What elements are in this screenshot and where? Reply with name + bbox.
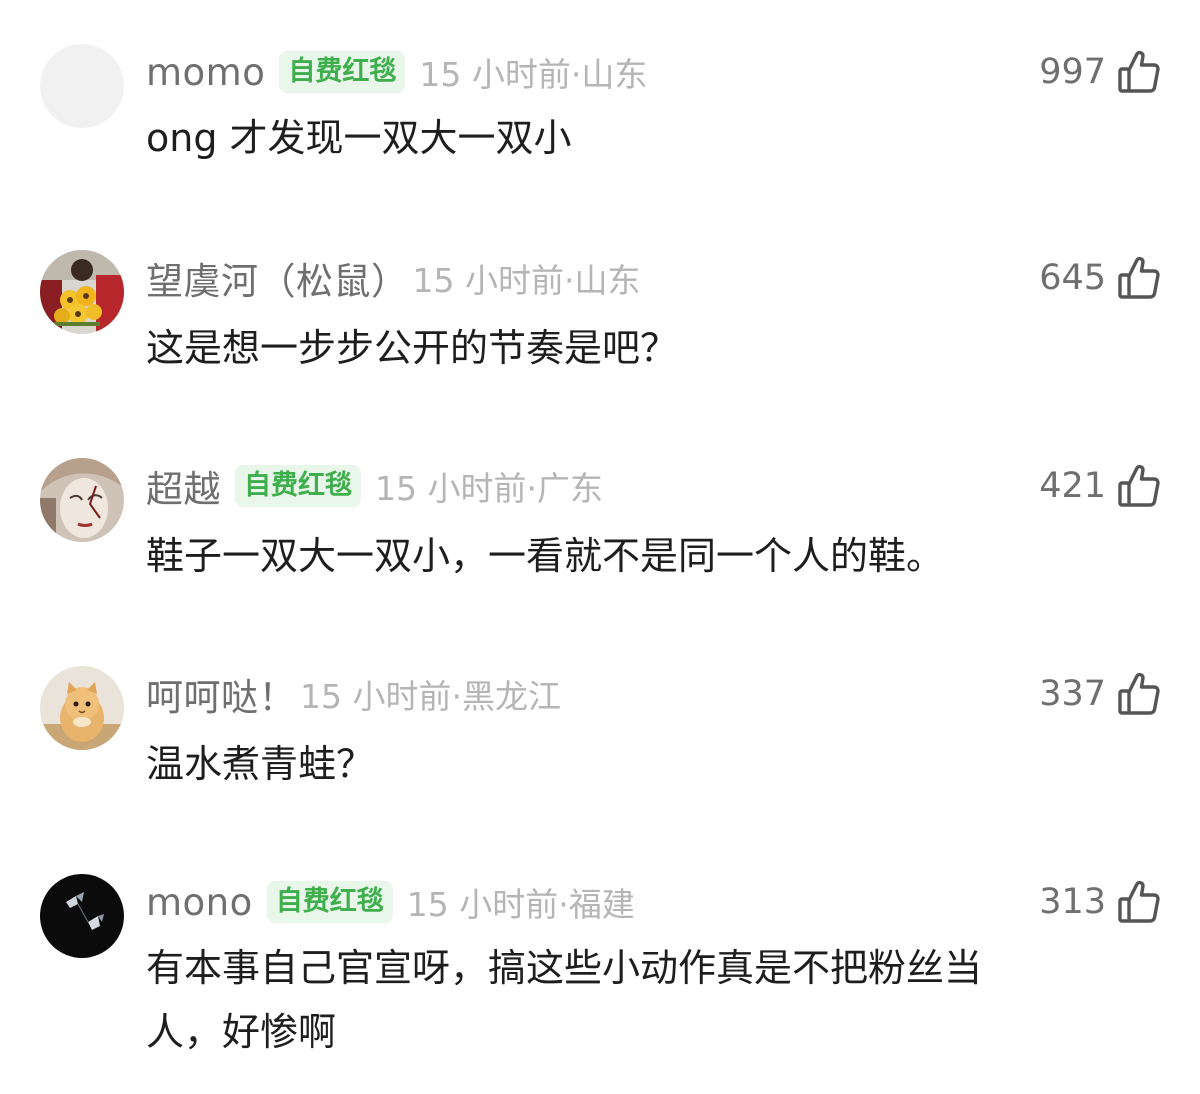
comment-header: momo 自费红毯 15 小时前·山东 (146, 44, 647, 100)
thumbs-up-icon[interactable] (1118, 50, 1160, 94)
thumbs-up-icon[interactable] (1118, 880, 1160, 924)
like-count: 421 (1039, 466, 1106, 506)
username[interactable]: mono (146, 881, 253, 924)
comment-header: 超越 自费红毯 15 小时前·广东 (146, 458, 603, 514)
like-button[interactable]: 645 (1039, 250, 1160, 306)
like-count: 997 (1039, 52, 1106, 92)
comment-meta: 15 小时前·福建 (406, 885, 635, 924)
like-button[interactable]: 313 (1039, 874, 1160, 930)
avatar[interactable] (40, 666, 124, 750)
thumbs-up-icon[interactable] (1118, 256, 1160, 300)
comment-meta: 15 小时前·黑龙江 (300, 677, 561, 716)
badge: 自费红毯 (266, 881, 393, 923)
comment-text: 这是想一步步公开的节奏是吧？ (146, 326, 679, 370)
username[interactable]: 望虞河（松鼠） (146, 251, 409, 305)
badge: 自费红毯 (279, 51, 406, 93)
comment-text: 温水煮青蛙？ (146, 742, 375, 786)
avatar[interactable] (40, 458, 124, 542)
comment-text: 鞋子一双大一双小，一看就不是同一个人的鞋。 (146, 534, 945, 578)
like-count: 645 (1039, 258, 1106, 298)
comment-header: mono 自费红毯 15 小时前·福建 (146, 874, 635, 930)
username[interactable]: 超越 (146, 459, 221, 513)
comment-header: 望虞河（松鼠） 15 小时前·山东 (146, 250, 640, 306)
thumbs-up-icon[interactable] (1118, 672, 1160, 716)
username[interactable]: 呵呵哒！ (146, 667, 296, 721)
avatar[interactable] (40, 250, 124, 334)
comment-text: ong 才发现一双大一双小 (146, 116, 572, 160)
avatar[interactable] (40, 44, 124, 128)
thumbs-up-icon[interactable] (1118, 464, 1160, 508)
comment-meta: 15 小时前·山东 (412, 261, 641, 300)
badge: 自费红毯 (235, 465, 361, 507)
comment-list: momo 自费红毯 15 小时前·山东 997 ong 才发现一双大一双小 望虞… (0, 0, 1200, 1094)
like-count: 313 (1039, 882, 1106, 922)
avatar[interactable] (40, 874, 124, 958)
username[interactable]: momo (146, 51, 265, 94)
comment-text: 有本事自己官宣呀，搞这些小动作真是不把粉丝当 人，好惨啊 (146, 946, 983, 1054)
like-button[interactable]: 337 (1039, 666, 1160, 722)
like-button[interactable]: 997 (1039, 44, 1160, 100)
comment-meta: 15 小时前·广东 (375, 469, 603, 508)
comment-meta: 15 小时前·山东 (419, 55, 648, 94)
like-button[interactable]: 421 (1039, 458, 1160, 514)
like-count: 337 (1039, 674, 1106, 714)
comment-header: 呵呵哒！ 15 小时前·黑龙江 (146, 666, 561, 722)
